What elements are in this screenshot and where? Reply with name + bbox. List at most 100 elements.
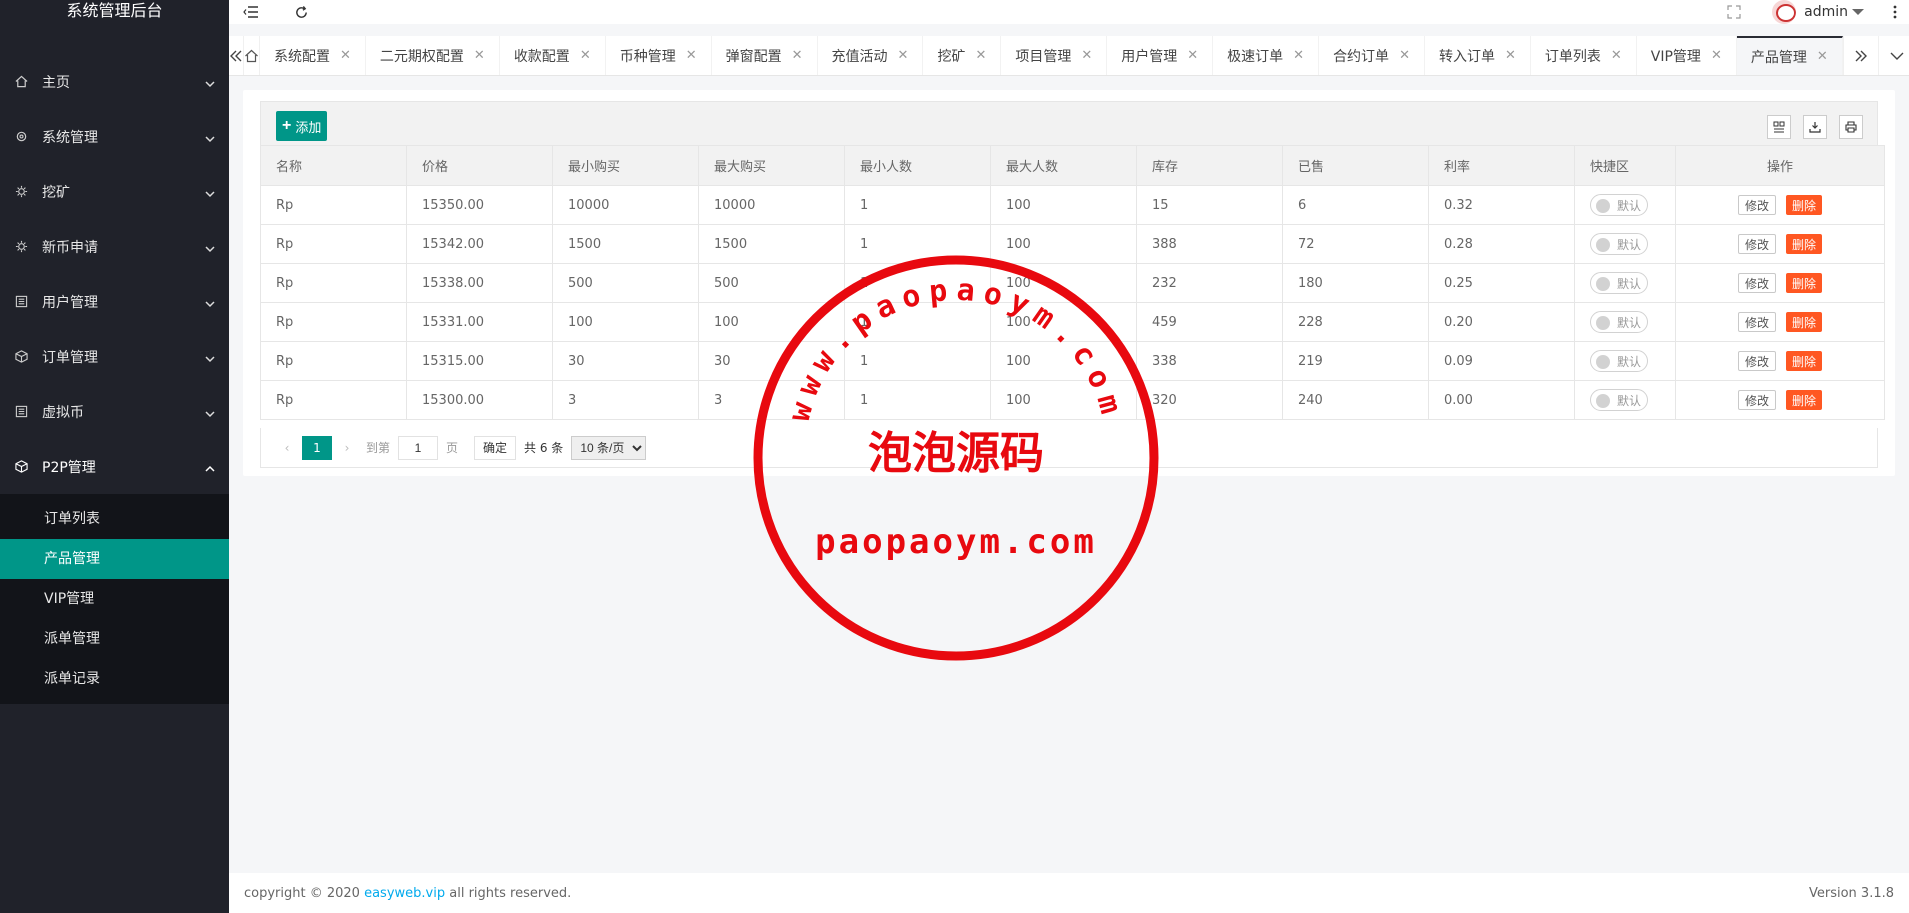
- sidebar-item-mining[interactable]: 挖矿: [0, 164, 229, 219]
- prev-page-icon[interactable]: ‹: [276, 441, 298, 455]
- column-header[interactable]: 已售: [1282, 145, 1429, 186]
- delete-button[interactable]: 删除: [1786, 273, 1823, 293]
- tab-binary-option-config[interactable]: 二元期权配置 ✕: [366, 36, 500, 75]
- tab-fast-orders[interactable]: 极速订单 ✕: [1213, 36, 1320, 75]
- column-header[interactable]: 库存: [1136, 145, 1283, 186]
- tab-vip-management[interactable]: VIP管理 ✕: [1637, 36, 1737, 75]
- cell-price: 15342.00: [406, 224, 553, 264]
- tabs-dropdown-icon[interactable]: [1879, 36, 1909, 75]
- edit-button[interactable]: 修改: [1737, 312, 1776, 332]
- close-icon[interactable]: ✕: [474, 48, 485, 63]
- close-icon[interactable]: ✕: [792, 48, 803, 63]
- close-icon[interactable]: ✕: [1399, 48, 1410, 63]
- tab-payment-config[interactable]: 收款配置 ✕: [500, 36, 606, 75]
- sidebar-item-users[interactable]: 用户管理: [0, 274, 229, 329]
- sidebar-subitem-dispatch-records[interactable]: 派单记录: [0, 659, 229, 699]
- default-switch[interactable]: 默认: [1590, 272, 1648, 294]
- column-header[interactable]: 最大购买: [698, 145, 845, 186]
- default-switch[interactable]: 默认: [1590, 194, 1648, 216]
- avatar: [1772, 0, 1797, 24]
- delete-button[interactable]: 删除: [1786, 312, 1823, 332]
- export-icon[interactable]: [1803, 115, 1827, 139]
- page-current[interactable]: 1: [302, 435, 332, 460]
- column-header[interactable]: 最大人数: [990, 145, 1137, 186]
- tab-transfer-in-orders[interactable]: 转入订单 ✕: [1425, 36, 1531, 75]
- tab-project-management[interactable]: 项目管理 ✕: [1001, 36, 1108, 75]
- column-header[interactable]: 最小购买: [552, 145, 699, 186]
- column-header[interactable]: 价格: [406, 145, 553, 186]
- tab-user-management[interactable]: 用户管理 ✕: [1107, 36, 1214, 75]
- close-icon[interactable]: ✕: [1081, 48, 1092, 63]
- default-switch[interactable]: 默认: [1590, 389, 1648, 411]
- tab-home-icon[interactable]: [244, 36, 260, 75]
- edit-button[interactable]: 修改: [1737, 234, 1776, 254]
- column-header[interactable]: 操作: [1675, 145, 1885, 186]
- default-switch[interactable]: 默认: [1590, 350, 1648, 372]
- tab-contract-orders[interactable]: 合约订单 ✕: [1319, 36, 1425, 75]
- delete-button[interactable]: 删除: [1786, 390, 1823, 410]
- tab-order-list[interactable]: 订单列表 ✕: [1531, 36, 1637, 75]
- delete-button[interactable]: 删除: [1786, 234, 1823, 254]
- cell-max-people: 100: [990, 380, 1137, 420]
- close-icon[interactable]: ✕: [580, 48, 591, 63]
- delete-button[interactable]: 删除: [1786, 351, 1823, 371]
- edit-button[interactable]: 修改: [1737, 273, 1776, 293]
- tab-popup-config[interactable]: 弹窗配置 ✕: [712, 36, 818, 75]
- footer: copyright © 2020 easyweb.vip all rights …: [229, 873, 1909, 913]
- sidebar-item-system[interactable]: 系统管理: [0, 109, 229, 164]
- close-icon[interactable]: ✕: [686, 48, 697, 63]
- tab-product-management[interactable]: 产品管理 ✕: [1736, 36, 1843, 75]
- close-icon[interactable]: ✕: [1711, 48, 1722, 63]
- sidebar-subitem-vip-management[interactable]: VIP管理: [0, 579, 229, 619]
- collapse-menu-icon[interactable]: [241, 2, 261, 22]
- footer-link[interactable]: easyweb.vip: [364, 886, 445, 901]
- sidebar-subitem-product-management[interactable]: 产品管理: [0, 539, 229, 579]
- cell-max-buy: 30: [698, 341, 845, 381]
- more-vertical-icon[interactable]: [1885, 2, 1905, 22]
- page-size-select[interactable]: 10 条/页: [571, 435, 647, 460]
- sidebar-item-home[interactable]: 主页: [0, 54, 229, 109]
- close-icon[interactable]: ✕: [1293, 48, 1304, 63]
- edit-button[interactable]: 修改: [1737, 195, 1776, 215]
- cell-quick-zone: 默认: [1574, 341, 1676, 381]
- add-button[interactable]: + 添加: [276, 111, 328, 141]
- sidebar-item-new-coin[interactable]: 新币申请: [0, 219, 229, 274]
- close-icon[interactable]: ✕: [975, 48, 986, 63]
- next-page-icon[interactable]: ›: [336, 441, 358, 455]
- column-header[interactable]: 最小人数: [844, 145, 991, 186]
- sidebar-item-orders[interactable]: 订单管理: [0, 329, 229, 384]
- tabs-scroll-left-icon[interactable]: [229, 36, 244, 75]
- columns-filter-icon[interactable]: [1767, 115, 1791, 139]
- close-icon[interactable]: ✕: [1187, 48, 1198, 63]
- column-header[interactable]: 快捷区: [1574, 145, 1676, 186]
- sidebar-subitem-order-list[interactable]: 订单列表: [0, 499, 229, 539]
- fullscreen-icon[interactable]: [1724, 2, 1744, 22]
- edit-button[interactable]: 修改: [1737, 390, 1776, 410]
- close-icon[interactable]: ✕: [898, 48, 909, 63]
- column-header[interactable]: 利率: [1428, 145, 1575, 186]
- column-header[interactable]: 名称: [260, 145, 407, 186]
- print-icon[interactable]: [1839, 115, 1863, 139]
- sidebar-item-virtual-coin[interactable]: 虚拟币: [0, 384, 229, 439]
- refresh-icon[interactable]: [291, 2, 311, 22]
- sidebar-subitem-dispatch-management[interactable]: 派单管理: [0, 619, 229, 659]
- tab-coin-management[interactable]: 币种管理 ✕: [606, 36, 712, 75]
- user-menu[interactable]: admin: [1772, 0, 1864, 24]
- close-icon[interactable]: ✕: [340, 48, 351, 63]
- sidebar-item-p2p[interactable]: P2P管理: [0, 439, 229, 494]
- plus-icon: +: [282, 117, 292, 134]
- close-icon[interactable]: ✕: [1817, 49, 1828, 64]
- edit-button[interactable]: 修改: [1737, 351, 1776, 371]
- tab-mining[interactable]: 挖矿 ✕: [923, 36, 1002, 75]
- close-icon[interactable]: ✕: [1505, 48, 1516, 63]
- goto-page-input[interactable]: [398, 435, 439, 460]
- default-switch[interactable]: 默认: [1590, 311, 1648, 333]
- default-switch[interactable]: 默认: [1590, 233, 1648, 255]
- delete-button[interactable]: 删除: [1786, 195, 1823, 215]
- goto-confirm-button[interactable]: 确定: [474, 435, 517, 460]
- cell-max-buy: 3: [698, 380, 845, 420]
- close-icon[interactable]: ✕: [1611, 48, 1622, 63]
- tabs-scroll-right-icon[interactable]: [1842, 36, 1879, 75]
- tab-recharge-activity[interactable]: 充值活动 ✕: [818, 36, 924, 75]
- tab-system-config[interactable]: 系统配置 ✕: [260, 36, 366, 75]
